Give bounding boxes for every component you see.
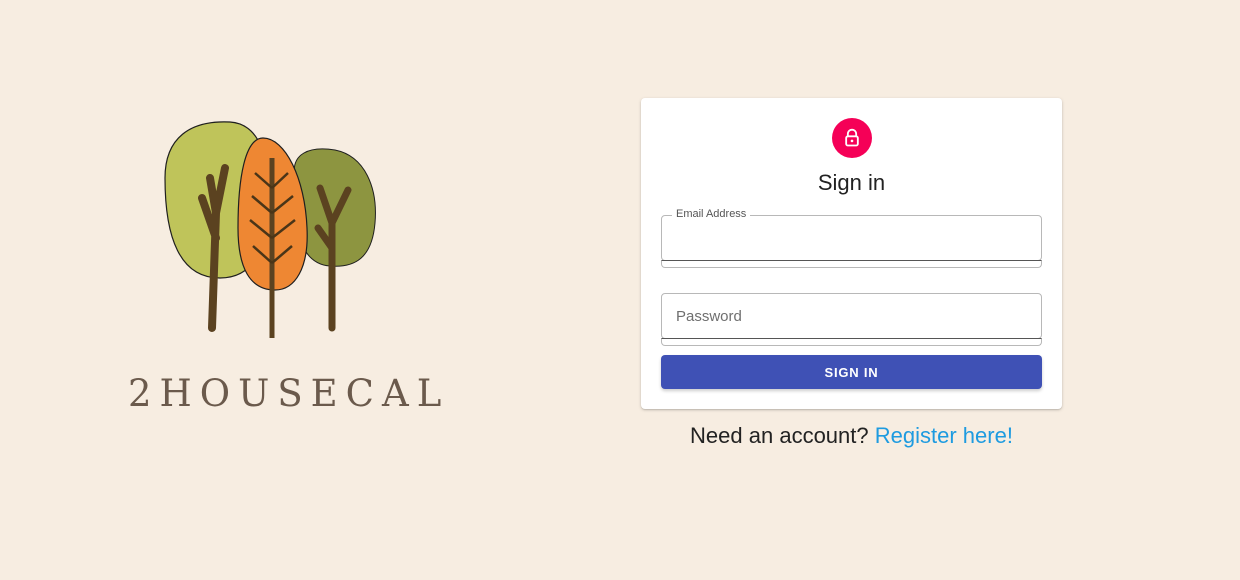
register-link[interactable]: Register here!	[875, 423, 1013, 448]
register-prompt-line: Need an account? Register here!	[641, 423, 1062, 449]
signin-button[interactable]: SIGN IN	[661, 355, 1042, 389]
signin-title: Sign in	[817, 170, 886, 195]
password-field[interactable]	[661, 293, 1042, 339]
email-field-underline	[661, 260, 1042, 268]
password-input[interactable]	[662, 294, 1041, 338]
trees-logo-icon	[164, 121, 376, 338]
login-page: 2HOUSECAL Sign in Email Address SIGN IN …	[0, 0, 1240, 580]
lock-avatar	[832, 118, 872, 158]
email-input[interactable]	[662, 216, 1041, 260]
signin-card: Sign in Email Address SIGN IN	[641, 98, 1062, 409]
brand-name: 2HOUSECAL	[128, 372, 450, 415]
password-field-underline	[661, 338, 1042, 346]
email-field[interactable]: Email Address	[661, 208, 1042, 261]
register-prompt: Need an account?	[690, 423, 875, 448]
brand-logo: 2HOUSECAL	[120, 110, 450, 420]
lock-icon	[845, 128, 859, 147]
